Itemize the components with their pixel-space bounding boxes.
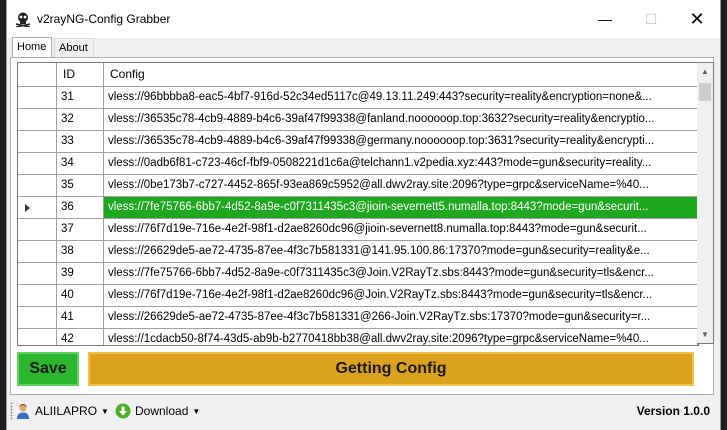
row-header-cell[interactable] [18, 197, 57, 218]
config-grid[interactable]: ID Config 31 vless://96bbbba8-eac5-4bf7-9… [17, 62, 699, 346]
column-header-config[interactable]: Config [104, 63, 698, 86]
getting-config-button[interactable]: Getting Config [88, 352, 694, 386]
config-cell[interactable]: vless://26629de5-ae72-4735-87ee-4f3c7b58… [104, 241, 698, 262]
download-dropdown[interactable]: Download ▼ [115, 402, 200, 420]
config-cell[interactable]: vless://36535c78-4cb9-4889-b4c6-39af47f9… [104, 109, 698, 130]
table-row[interactable]: 32 vless://36535c78-4cb9-4889-b4c6-39af47… [18, 109, 698, 131]
chevron-down-icon: ▼ [192, 406, 201, 416]
id-cell[interactable]: 32 [57, 109, 104, 130]
table-row[interactable]: 38 vless://26629de5-ae72-4735-87ee-4f3c7b… [18, 241, 698, 263]
status-bar: ALIILAPRO ▼ Download ▼ Version 1.0.0 [7, 398, 720, 424]
download-label: Download [135, 404, 189, 418]
id-cell[interactable]: 31 [57, 87, 104, 108]
toolstrip-grip [10, 402, 13, 420]
table-row[interactable]: 42 vless://1cdacb50-8f74-43d5-ab9b-b27704… [18, 329, 698, 345]
row-header-cell[interactable] [18, 153, 57, 174]
row-header-corner [18, 63, 57, 86]
table-row[interactable]: 41 vless://26629de5-ae72-4735-87ee-4f3c7b… [18, 307, 698, 329]
table-row[interactable]: 36 vless://7fe75766-6bb7-4d52-8a9e-c0f731… [18, 197, 698, 219]
tab-home[interactable]: Home [12, 37, 52, 58]
row-header-cell[interactable] [18, 131, 57, 152]
scrollbar-thumb[interactable] [699, 83, 711, 101]
row-header-cell[interactable] [18, 329, 57, 345]
id-cell[interactable]: 35 [57, 175, 104, 196]
skull-icon [15, 12, 31, 27]
table-row[interactable]: 40 vless://76f7d19e-716e-4e2f-98f1-d2ae82… [18, 285, 698, 307]
config-cell[interactable]: vless://26629de5-ae72-4735-87ee-4f3c7b58… [104, 307, 698, 328]
current-row-arrow-icon [25, 204, 30, 212]
id-cell[interactable]: 36 [57, 197, 104, 218]
id-cell[interactable]: 39 [57, 263, 104, 284]
config-cell[interactable]: vless://7fe75766-6bb7-4d52-8a9e-c0f73114… [104, 197, 698, 218]
user-avatar-icon [17, 404, 29, 419]
id-cell[interactable]: 38 [57, 241, 104, 262]
user-dropdown[interactable]: ALIILAPRO ▼ [15, 402, 109, 420]
id-cell[interactable]: 34 [57, 153, 104, 174]
scroll-up-arrow-icon[interactable]: ▲ [697, 63, 713, 80]
home-tab-panel: ID Config 31 vless://96bbbba8-eac5-4bf7-9… [10, 57, 714, 395]
row-header-cell[interactable] [18, 109, 57, 130]
id-cell[interactable]: 33 [57, 131, 104, 152]
config-cell[interactable]: vless://76f7d19e-716e-4e2f-98f1-d2ae8260… [104, 285, 698, 306]
id-cell[interactable]: 37 [57, 219, 104, 240]
table-row[interactable]: 33 vless://36535c78-4cb9-4889-b4c6-39af47… [18, 131, 698, 153]
id-cell[interactable]: 42 [57, 329, 104, 345]
table-row[interactable]: 31 vless://96bbbba8-eac5-4bf7-916d-52c34e… [18, 87, 698, 109]
config-cell[interactable]: vless://76f7d19e-716e-4e2f-98f1-d2ae8260… [104, 219, 698, 240]
download-icon [115, 403, 131, 419]
table-row[interactable]: 35 vless://0be173b7-c727-4452-865f-93ea86… [18, 175, 698, 197]
config-cell[interactable]: vless://0adb6f81-c723-46cf-fbf9-0508221d… [104, 153, 698, 174]
table-row[interactable]: 37 vless://76f7d19e-716e-4e2f-98f1-d2ae82… [18, 219, 698, 241]
row-header-cell[interactable] [18, 285, 57, 306]
chevron-down-icon: ▼ [101, 406, 109, 416]
config-cell[interactable]: vless://36535c78-4cb9-4889-b4c6-39af47f9… [104, 131, 698, 152]
config-cell[interactable]: vless://0be173b7-c727-4452-865f-93ea869c… [104, 175, 698, 196]
user-name-label: ALIILAPRO [35, 404, 98, 418]
minimize-button[interactable]: — [582, 0, 628, 38]
config-cell[interactable]: vless://1cdacb50-8f74-43d5-ab9b-b2770418… [104, 329, 698, 345]
table-row[interactable]: 34 vless://0adb6f81-c723-46cf-fbf9-050822… [18, 153, 698, 175]
config-cell[interactable]: vless://7fe75766-6bb7-4d52-8a9e-c0f73114… [104, 263, 698, 284]
scroll-down-arrow-icon[interactable]: ▼ [697, 326, 713, 343]
id-cell[interactable]: 40 [57, 285, 104, 306]
vertical-scrollbar[interactable]: ▲ ▼ [697, 62, 714, 344]
row-header-cell[interactable] [18, 263, 57, 284]
id-cell[interactable]: 41 [57, 307, 104, 328]
save-button[interactable]: Save [17, 352, 79, 386]
tab-about[interactable]: About [54, 38, 94, 57]
row-header-cell[interactable] [18, 241, 57, 262]
close-button[interactable]: ✕ [674, 0, 720, 38]
row-header-cell[interactable] [18, 219, 57, 240]
version-label: Version 1.0.0 [636, 404, 710, 418]
column-header-id[interactable]: ID [57, 63, 104, 86]
app-window: v2rayNG-Config Grabber — ☐ ✕ Home About … [6, 0, 721, 430]
maximize-button[interactable]: ☐ [628, 0, 674, 38]
table-row[interactable]: 39 vless://7fe75766-6bb7-4d52-8a9e-c0f731… [18, 263, 698, 285]
grid-header: ID Config [18, 63, 698, 87]
window-title: v2rayNG-Config Grabber [37, 12, 171, 26]
config-cell[interactable]: vless://96bbbba8-eac5-4bf7-916d-52c34ed5… [104, 87, 698, 108]
title-bar[interactable]: v2rayNG-Config Grabber — ☐ ✕ [7, 0, 720, 38]
row-header-cell[interactable] [18, 175, 57, 196]
row-header-cell[interactable] [18, 87, 57, 108]
row-header-cell[interactable] [18, 307, 57, 328]
